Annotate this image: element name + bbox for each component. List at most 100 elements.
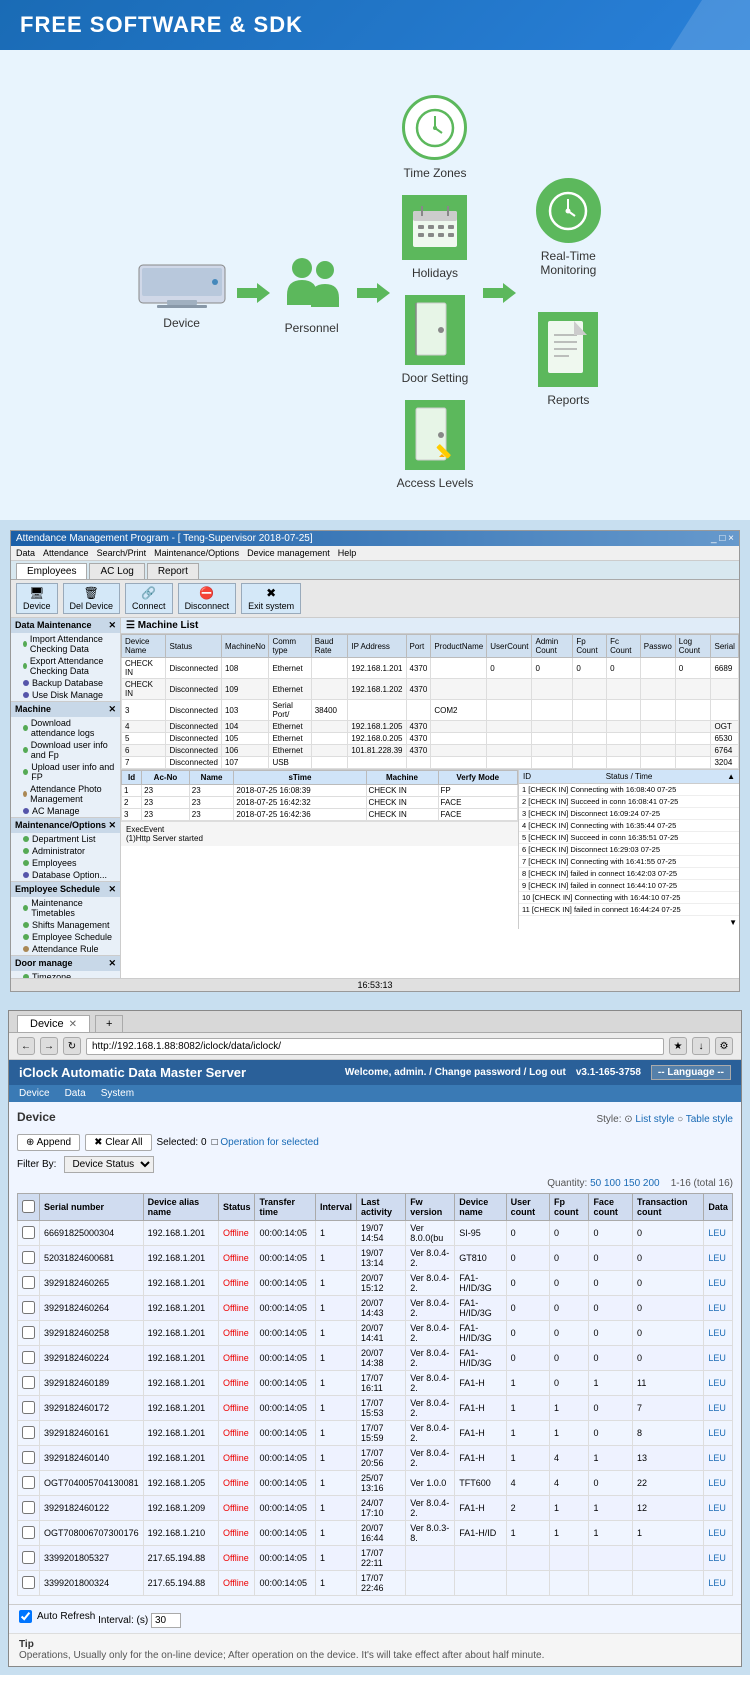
browser-new-tab[interactable]: + — [95, 1015, 123, 1032]
row-checkbox-3[interactable] — [22, 1301, 35, 1314]
col-port: Port — [406, 635, 431, 658]
download-btn[interactable]: ↓ — [692, 1037, 710, 1055]
iclock-cell-1-8: GT810 — [455, 1246, 506, 1271]
menu-device[interactable]: Device management — [247, 548, 330, 558]
toolbar-device-btn[interactable]: 🖥 Device — [16, 583, 58, 614]
row-checkbox-12[interactable] — [22, 1526, 35, 1539]
sidebar-header-door[interactable]: Door manage ✕ — [11, 956, 120, 971]
sidebar-db[interactable]: Database Option... — [11, 869, 120, 881]
machine-cell-3-2: 104 — [221, 721, 268, 733]
machine-cell-2-9 — [532, 700, 573, 721]
language-btn[interactable]: -- Language -- — [651, 1065, 731, 1080]
sidebar-dept[interactable]: Department List — [11, 833, 120, 845]
machine-cell-5-13 — [675, 745, 711, 757]
machine-cell-2-12 — [640, 700, 675, 721]
toolbar-deldevice-btn[interactable]: 🗑 Del Device — [63, 583, 121, 614]
interval-input[interactable] — [151, 1613, 181, 1628]
arrow-2-icon — [352, 278, 392, 308]
dot-photo — [23, 791, 27, 797]
row-checkbox-13[interactable] — [22, 1551, 35, 1564]
browser-window: Device ✕ + ← → ↻ ★ ↓ ⚙ iClock Automatic … — [8, 1010, 742, 1667]
table-style-label[interactable]: Table style — [686, 1114, 733, 1125]
sidebar-timetable[interactable]: Maintenance Timetables — [11, 897, 120, 919]
sidebar-download-user[interactable]: Download user info and Fp — [11, 739, 120, 761]
sidebar-emp-sched[interactable]: Employee Schedule — [11, 931, 120, 943]
reports-label: Reports — [547, 393, 589, 407]
iclock-cell-14-11 — [589, 1571, 633, 1596]
iclock-nav-system[interactable]: System — [101, 1088, 134, 1099]
menu-help[interactable]: Help — [338, 548, 357, 558]
menu-attendance[interactable]: Attendance — [43, 548, 89, 558]
row-checkbox-2[interactable] — [22, 1276, 35, 1289]
toolbar-exit-btn[interactable]: ✖ Exit system — [241, 583, 301, 614]
back-btn[interactable]: ← — [17, 1037, 35, 1055]
event-scroll-up[interactable]: ▲ — [727, 772, 735, 781]
list-style-label[interactable]: List style — [635, 1114, 674, 1125]
th-facecount: Face count — [589, 1194, 633, 1221]
refresh-btn[interactable]: ↻ — [63, 1037, 81, 1055]
forward-btn[interactable]: → — [40, 1037, 58, 1055]
log-cell-1-3: 2018-07-25 16:42:32 — [234, 797, 366, 809]
sidebar-disk[interactable]: Use Disk Manage — [11, 689, 120, 701]
event-item-7: 8 [CHECK IN] failed in connect 16:42:03 … — [519, 868, 739, 880]
bookmark-btn[interactable]: ★ — [669, 1037, 687, 1055]
sidebar-ac[interactable]: AC Manage — [11, 805, 120, 817]
tab-report[interactable]: Report — [147, 563, 199, 579]
sidebar-admin[interactable]: Administrator — [11, 845, 120, 857]
browser-tab-device[interactable]: Device ✕ — [17, 1015, 90, 1032]
row-checkbox-4[interactable] — [22, 1326, 35, 1339]
iclock-nav-device[interactable]: Device — [19, 1088, 50, 1099]
toolbar-disconnect-btn[interactable]: ⛔ Disconnect — [178, 583, 237, 614]
toolbar-connect-btn[interactable]: 🔗 Connect — [125, 583, 173, 614]
iclock-cell-7-8: FA1-H — [455, 1396, 506, 1421]
sidebar-timezone[interactable]: Timezone — [11, 971, 120, 978]
sidebar-header-machine[interactable]: Machine ✕ — [11, 702, 120, 717]
row-checkbox-8[interactable] — [22, 1426, 35, 1439]
sidebar-download-att[interactable]: Download attendance logs — [11, 717, 120, 739]
select-all-checkbox[interactable] — [22, 1200, 35, 1213]
tab-employees[interactable]: Employees — [16, 563, 87, 579]
machine-cell-5-11 — [607, 745, 641, 757]
settings-btn[interactable]: ⚙ — [715, 1037, 733, 1055]
sidebar-export[interactable]: Export Attendance Checking Data — [11, 655, 120, 677]
event-scroll-down[interactable]: ▼ — [729, 918, 737, 927]
iclock-nav-data[interactable]: Data — [65, 1088, 86, 1099]
row-checkbox-11[interactable] — [22, 1501, 35, 1514]
iclock-cell-2-7: Ver 8.0.4-2. — [406, 1271, 455, 1296]
machine-cell-2-2: 103 — [221, 700, 268, 721]
menu-data[interactable]: Data — [16, 548, 35, 558]
row-checkbox-6[interactable] — [22, 1376, 35, 1389]
sidebar-photo[interactable]: Attendance Photo Management — [11, 783, 120, 805]
browser-tab-close[interactable]: ✕ — [69, 1019, 77, 1030]
iclock-cell-2-4: 00:00:14:05 — [255, 1271, 315, 1296]
iclock-cell-4-13: LEU — [704, 1321, 733, 1346]
row-checkbox-7[interactable] — [22, 1401, 35, 1414]
clear-all-btn[interactable]: ✖ Clear All — [85, 1134, 151, 1151]
sidebar-import[interactable]: Import Attendance Checking Data — [11, 633, 120, 655]
iclock-cell-1-13: LEU — [704, 1246, 733, 1271]
th-usercount: User count — [506, 1194, 549, 1221]
append-btn[interactable]: ⊕ Append — [17, 1134, 80, 1151]
tab-aclog[interactable]: AC Log — [89, 563, 144, 579]
sidebar-backup[interactable]: Backup Database — [11, 677, 120, 689]
sidebar-header-maint[interactable]: Maintenance/Options ✕ — [11, 818, 120, 833]
sidebar-shifts[interactable]: Shifts Management — [11, 919, 120, 931]
filter-select[interactable]: Device Status — [64, 1156, 154, 1173]
row-checkbox-5[interactable] — [22, 1351, 35, 1364]
url-bar[interactable] — [86, 1038, 664, 1055]
menu-search[interactable]: Search/Print — [97, 548, 147, 558]
row-checkbox-14[interactable] — [22, 1576, 35, 1589]
row-checkbox-0[interactable] — [22, 1226, 35, 1239]
sidebar-header-data[interactable]: Data Maintenance ✕ — [11, 618, 120, 633]
iclock-header-right: Welcome, admin. / Change password / Log … — [345, 1065, 731, 1080]
auto-refresh-checkbox[interactable] — [19, 1610, 32, 1623]
th-last: Last activity — [356, 1194, 405, 1221]
row-checkbox-1[interactable] — [22, 1251, 35, 1264]
sidebar-att-rule[interactable]: Attendance Rule — [11, 943, 120, 955]
sidebar-employees[interactable]: Employees — [11, 857, 120, 869]
sidebar-upload-user[interactable]: Upload user info and FP — [11, 761, 120, 783]
sidebar-header-sched[interactable]: Employee Schedule ✕ — [11, 882, 120, 897]
row-checkbox-10[interactable] — [22, 1476, 35, 1489]
menu-maintenance[interactable]: Maintenance/Options — [154, 548, 239, 558]
row-checkbox-9[interactable] — [22, 1451, 35, 1464]
